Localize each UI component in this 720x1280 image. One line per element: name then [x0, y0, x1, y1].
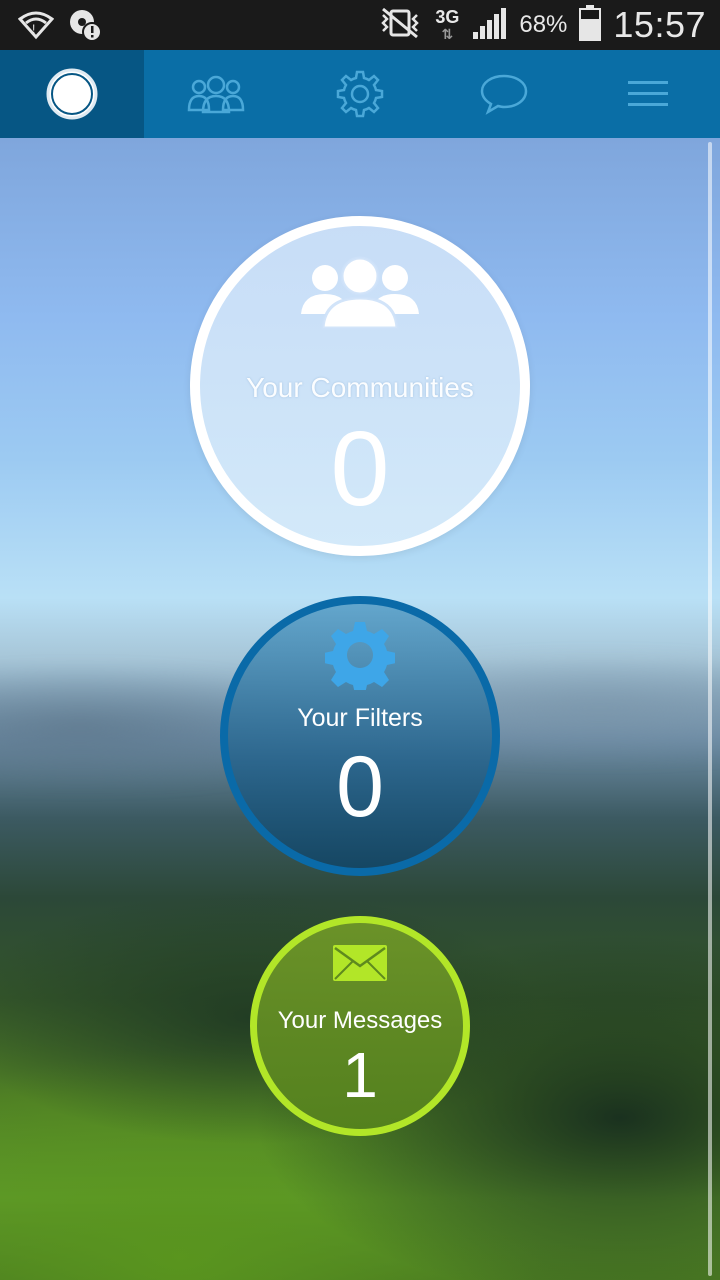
gear-icon — [324, 620, 396, 695]
vibrate-mute-icon — [377, 7, 423, 44]
home-circle-icon — [45, 67, 99, 121]
tab-home[interactable] — [0, 50, 144, 138]
communities-label: Your Communities — [246, 372, 474, 403]
envelope-icon — [333, 945, 387, 986]
network-3g-icon: 3G ⇅ — [435, 6, 460, 42]
filters-count: 0 — [336, 739, 384, 835]
status-left-icons: ! — [17, 8, 102, 47]
settings-gear-icon — [335, 69, 385, 119]
battery-percent: 68% — [519, 11, 568, 38]
network-type-label: 3G — [435, 6, 460, 27]
status-bar: ! 3G ⇅ 68% 15:57 — [0, 0, 720, 50]
app-screen: ! 3G ⇅ 68% 15:57 Your Communities 0 Your… — [0, 0, 720, 1280]
messages-count: 1 — [342, 1039, 378, 1111]
chat-bubble-icon — [479, 73, 529, 115]
tab-settings[interactable] — [288, 50, 432, 138]
filters-label: Your Filters — [297, 704, 423, 732]
people-group-icon — [301, 254, 419, 337]
top-navigation-bar — [0, 50, 720, 138]
signal-strength-icon — [471, 6, 507, 45]
menu-icon — [627, 78, 669, 110]
tab-chat[interactable] — [432, 50, 576, 138]
communities-icon — [187, 74, 245, 114]
messages-circle-button[interactable]: Your Messages 1 — [250, 916, 470, 1136]
battery-icon — [579, 4, 602, 46]
status-right-icons: 3G ⇅ 68% 15:57 — [377, 0, 706, 50]
svg-text:!: ! — [32, 22, 35, 36]
tab-communities[interactable] — [144, 50, 288, 138]
communities-count: 0 — [330, 410, 390, 528]
communities-circle-button[interactable]: Your Communities 0 — [190, 216, 530, 556]
messages-label: Your Messages — [277, 1007, 443, 1034]
sync-alert-icon — [68, 8, 102, 47]
tab-menu[interactable] — [576, 50, 720, 138]
wifi-error-icon: ! — [17, 9, 55, 46]
filters-circle-button[interactable]: Your Filters 0 — [220, 596, 500, 876]
scrollbar[interactable] — [708, 142, 712, 1276]
status-time: 15:57 — [613, 4, 706, 45]
